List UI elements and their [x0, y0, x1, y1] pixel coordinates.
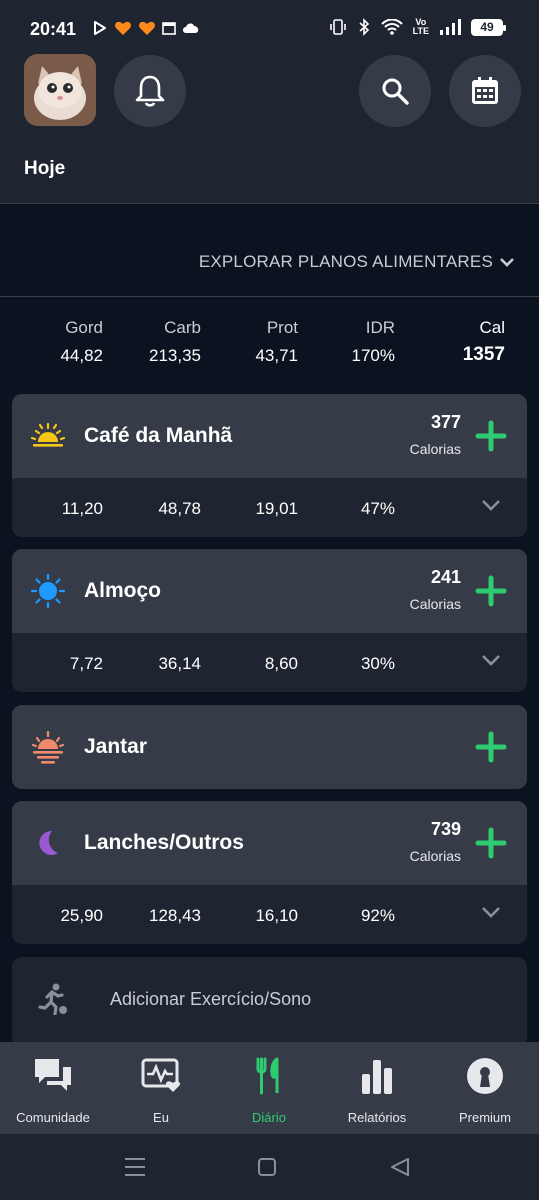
sunrise-icon	[30, 422, 66, 447]
recents-icon[interactable]	[124, 1157, 146, 1177]
nav-community[interactable]: Comunidade	[3, 1056, 103, 1125]
total-carb: Carb 213,35	[149, 318, 201, 365]
keyhole-icon	[467, 1058, 503, 1094]
chevron-down-icon	[500, 258, 514, 267]
add-exercise-sleep-button[interactable]: Adicionar Exercício/Sono	[12, 957, 527, 1047]
avatar[interactable]	[24, 54, 96, 126]
home-icon[interactable]	[258, 1158, 276, 1176]
nav-reports[interactable]: Relatórios	[327, 1056, 427, 1125]
calendar-icon	[472, 77, 498, 104]
macro-fat: 25,90	[60, 906, 103, 925]
cloud-icon	[183, 23, 199, 33]
meal-macros-row[interactable]: 11,20 48,78 19,01 47%	[12, 478, 527, 537]
status-bar: 20:41 Vo LTE 49	[0, 0, 539, 48]
vibrate-icon	[329, 19, 346, 35]
system-status-icons: Vo LTE 49	[329, 17, 506, 36]
macro-fat: 11,20	[61, 499, 103, 518]
sunset-icon	[31, 730, 65, 764]
meal-header[interactable]: Lanches/Outros 739 Calorias	[12, 801, 527, 885]
macro-prot: 16,10	[255, 906, 298, 925]
fork-knife-icon	[256, 1057, 279, 1095]
exercise-label: Adicionar Exercício/Sono	[110, 989, 312, 1009]
explore-label: EXPLORAR PLANOS ALIMENTARES	[198, 252, 493, 271]
explore-meal-plans-button[interactable]: EXPLORAR PLANOS ALIMENTARES	[199, 252, 515, 272]
macro-carb: 48,78	[158, 499, 201, 518]
running-icon	[38, 983, 67, 1015]
signal-icon	[440, 19, 461, 35]
meal-title: Jantar	[84, 735, 148, 758]
meal-card-breakfast[interactable]: Café da Manhã 377 Calorias 11,20 48,78 1…	[12, 394, 527, 537]
volte-indicator: Vo LTE	[412, 17, 429, 36]
macro-prot: 19,01	[255, 499, 298, 518]
battery-indicator: 49	[471, 18, 506, 36]
meal-card-lunch[interactable]: Almoço 241 Calorias 7,72 36,14 8,60 30%	[12, 549, 527, 692]
bluetooth-icon	[359, 18, 369, 36]
app-header: Hoje	[0, 48, 539, 204]
moon-icon	[39, 830, 58, 855]
bar-chart-icon	[362, 1060, 392, 1094]
macro-idr: 47%	[360, 499, 395, 518]
daily-totals: Gord 44,82 Carb 213,35 Prot 43,71 IDR 17…	[0, 318, 539, 378]
bell-icon	[135, 75, 165, 107]
date-title[interactable]: Hoje	[24, 158, 65, 180]
wifi-icon	[380, 19, 403, 35]
meal-header[interactable]: Jantar	[12, 705, 527, 789]
heart-pulse-icon	[141, 1058, 181, 1092]
chevron-down-icon[interactable]	[481, 653, 501, 667]
sun-icon	[30, 573, 66, 609]
chat-icon	[35, 1059, 71, 1091]
chevron-down-icon[interactable]	[481, 905, 501, 919]
total-idr: IDR 170%	[351, 318, 395, 365]
meal-title: Café da Manhã	[84, 424, 233, 447]
meal-header[interactable]: Café da Manhã 377 Calorias	[12, 394, 527, 478]
meal-title: Lanches/Outros	[84, 831, 244, 854]
add-food-plus-icon[interactable]	[475, 731, 507, 763]
explore-section: EXPLORAR PLANOS ALIMENTARES	[0, 222, 539, 297]
search-button[interactable]	[359, 55, 431, 127]
bottom-navigation: Comunidade Eu Diário Relatórios Premium	[0, 1042, 539, 1134]
system-navigation-bar	[0, 1134, 539, 1200]
back-icon[interactable]	[390, 1157, 410, 1177]
meal-macros-row[interactable]: 7,72 36,14 8,60 30%	[12, 633, 527, 692]
add-food-plus-icon[interactable]	[475, 420, 507, 452]
heart-app-icon-2	[139, 21, 155, 35]
play-store-icon	[94, 21, 106, 35]
macro-fat: 7,72	[69, 654, 103, 673]
add-food-plus-icon[interactable]	[475, 575, 507, 607]
meal-macros-row[interactable]: 25,90 128,43 16,10 92%	[12, 885, 527, 944]
chevron-down-icon[interactable]	[481, 498, 501, 512]
total-calories: Cal 1357	[462, 318, 505, 365]
macro-carb: 128,43	[149, 906, 201, 925]
notifications-button[interactable]	[114, 55, 186, 127]
notification-icons	[92, 20, 200, 36]
meal-header[interactable]: Almoço 241 Calorias	[12, 549, 527, 633]
calendar-notif-icon	[162, 22, 176, 35]
meal-calories: 241 Calorias	[409, 567, 461, 612]
meal-title: Almoço	[84, 579, 162, 602]
total-prot: Prot 43,71	[255, 318, 298, 365]
status-time: 20:41	[30, 19, 77, 39]
meal-calories: 377 Calorias	[409, 412, 461, 457]
total-fat: Gord 44,82	[60, 318, 103, 365]
nav-premium[interactable]: Premium	[435, 1056, 535, 1125]
search-icon	[382, 78, 409, 105]
meal-calories: 739 Calorias	[409, 819, 461, 864]
nav-diary[interactable]: Diário	[219, 1056, 319, 1125]
calendar-button[interactable]	[449, 55, 521, 127]
macro-carb: 36,14	[158, 654, 201, 673]
meal-card-snacks[interactable]: Lanches/Outros 739 Calorias 25,90 128,43…	[12, 801, 527, 944]
cat-avatar-image	[24, 54, 96, 126]
add-food-plus-icon[interactable]	[475, 827, 507, 859]
nav-me[interactable]: Eu	[111, 1056, 211, 1125]
macro-idr: 92%	[360, 906, 395, 925]
macro-prot: 8,60	[264, 654, 298, 673]
macro-idr: 30%	[360, 654, 395, 673]
meal-card-dinner[interactable]: Jantar	[12, 705, 527, 789]
heart-app-icon	[115, 21, 131, 35]
